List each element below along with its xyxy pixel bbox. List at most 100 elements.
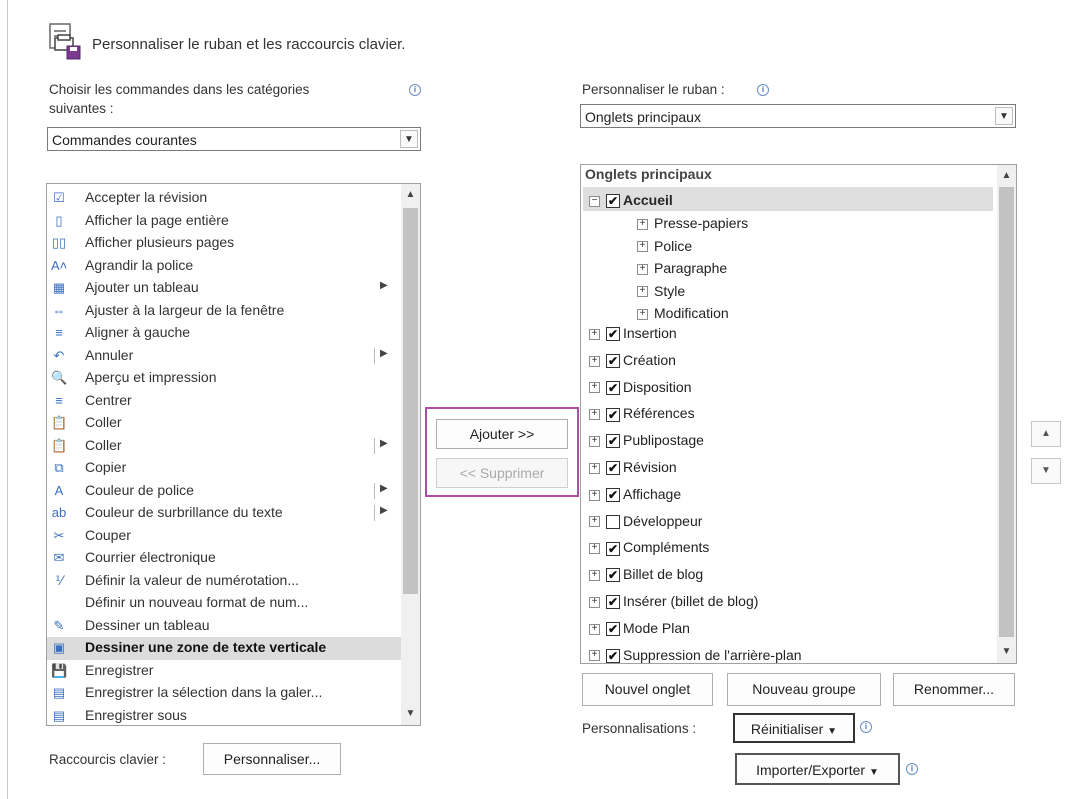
- tab-checkbox[interactable]: ✔: [606, 595, 620, 610]
- expand-icon[interactable]: +: [637, 308, 648, 320]
- reset-dropdown-button[interactable]: Réinitialiser ▼: [733, 713, 855, 743]
- command-item[interactable]: ✉ Courrier électronique: [47, 547, 402, 570]
- expand-icon[interactable]: +: [589, 596, 600, 608]
- tree-tab-row[interactable]: + Développeur: [589, 513, 702, 535]
- tree-tab-row[interactable]: + ✔ Affichage: [589, 486, 681, 508]
- expand-icon[interactable]: +: [637, 241, 648, 253]
- command-item[interactable]: ▯ Afficher la page entière: [47, 210, 402, 233]
- command-item[interactable]: ✎ Dessiner un tableau: [47, 615, 402, 638]
- command-item[interactable]: ab Couleur de surbrillance du texte ▶: [47, 502, 402, 525]
- tab-checkbox[interactable]: ✔: [606, 488, 620, 503]
- command-item[interactable]: ▦ Ajouter un tableau ▶: [47, 277, 402, 300]
- add-button[interactable]: Ajouter >>: [436, 419, 568, 449]
- expand-icon[interactable]: +: [637, 286, 648, 298]
- tab-checkbox[interactable]: ✔: [606, 622, 620, 637]
- tab-checkbox[interactable]: ✔: [606, 648, 620, 663]
- expand-icon[interactable]: +: [589, 650, 600, 662]
- tab-checkbox[interactable]: [606, 514, 620, 529]
- tab-checkbox[interactable]: ✔: [606, 568, 620, 583]
- tree-tab-row[interactable]: + ✔ Création: [589, 352, 676, 374]
- tree-group-row[interactable]: + Police: [637, 238, 692, 260]
- chevron-down-icon[interactable]: ▼: [995, 107, 1013, 125]
- tab-checkbox[interactable]: ✔: [606, 380, 620, 395]
- expand-icon[interactable]: +: [589, 543, 600, 555]
- rename-button[interactable]: Renommer...: [893, 673, 1015, 706]
- command-item[interactable]: ⧉ Copier: [47, 457, 402, 480]
- remove-button[interactable]: << Supprimer: [436, 458, 568, 488]
- command-item[interactable]: 📋 Coller ▶: [47, 435, 402, 458]
- expand-icon[interactable]: +: [589, 623, 600, 635]
- tree-group-row[interactable]: + Presse-papiers: [637, 215, 748, 237]
- commands-list-scrollbar[interactable]: ▲ ▼: [401, 184, 420, 725]
- expand-icon[interactable]: +: [637, 263, 648, 275]
- scroll-up-icon[interactable]: ▲: [997, 167, 1016, 185]
- expand-icon[interactable]: +: [589, 435, 600, 447]
- scroll-down-icon[interactable]: ▼: [997, 643, 1016, 661]
- import-export-dropdown-button[interactable]: Importer/Exporter ▼: [735, 753, 900, 785]
- tab-checkbox[interactable]: ✔: [606, 461, 620, 476]
- new-tab-button[interactable]: Nouvel onglet: [582, 673, 713, 706]
- command-item[interactable]: 🔍 Aperçu et impression: [47, 367, 402, 390]
- tree-tab-row[interactable]: + ✔ Insertion: [589, 325, 677, 347]
- scrollbar-thumb[interactable]: [403, 208, 418, 594]
- command-item[interactable]: ▤ Enregistrer sous: [47, 705, 402, 726]
- command-item[interactable]: ☑ Accepter la révision: [47, 187, 402, 210]
- expand-icon[interactable]: +: [637, 218, 648, 230]
- tree-tab-row[interactable]: + ✔ Références: [589, 405, 695, 427]
- command-item[interactable]: ▯▯ Afficher plusieurs pages: [47, 232, 402, 255]
- command-item[interactable]: ✂ Couper: [47, 525, 402, 548]
- move-up-button[interactable]: ▲: [1031, 421, 1061, 447]
- expand-icon[interactable]: +: [589, 409, 600, 421]
- ribbon-tree[interactable]: Onglets principaux − ✔ Accueil + Presse-pap…: [580, 164, 1017, 664]
- tree-row-accueil[interactable]: − ✔ Accueil: [583, 187, 993, 211]
- tab-checkbox[interactable]: ✔: [606, 541, 620, 556]
- expand-icon[interactable]: +: [589, 462, 600, 474]
- info-icon[interactable]: i: [860, 721, 872, 733]
- tab-checkbox[interactable]: ✔: [606, 407, 620, 422]
- command-item[interactable]: 💾 Enregistrer: [47, 660, 402, 683]
- tree-tab-row[interactable]: + ✔ Mode Plan: [589, 620, 690, 642]
- command-item[interactable]: ≡ Aligner à gauche: [47, 322, 402, 345]
- new-group-button[interactable]: Nouveau groupe: [727, 673, 881, 706]
- tree-group-row[interactable]: + Paragraphe: [637, 260, 727, 282]
- command-item[interactable]: ⇔ Ajuster à la largeur de la fenêtre: [47, 300, 402, 323]
- customize-shortcuts-button[interactable]: Personnaliser...: [203, 743, 341, 775]
- ribbon-tree-scrollbar[interactable]: ▲ ▼: [997, 165, 1016, 663]
- collapse-icon[interactable]: −: [589, 195, 600, 207]
- command-item[interactable]: Définir un nouveau format de num...: [47, 592, 402, 615]
- tree-group-row[interactable]: + Modification: [637, 305, 729, 327]
- scroll-up-icon[interactable]: ▲: [401, 186, 420, 204]
- tree-tab-row[interactable]: + ✔ Insérer (billet de blog): [589, 593, 758, 615]
- scrollbar-thumb[interactable]: [999, 187, 1014, 637]
- command-item[interactable]: 📋 Coller: [47, 412, 402, 435]
- tab-checkbox[interactable]: ✔: [606, 434, 620, 449]
- tree-tab-row[interactable]: + ✔ Compléments: [589, 539, 709, 561]
- chevron-down-icon[interactable]: ▼: [400, 130, 418, 148]
- expand-icon[interactable]: +: [589, 328, 600, 340]
- tree-tab-row[interactable]: + ✔ Suppression de l'arrière-plan: [589, 647, 802, 663]
- command-item[interactable]: A Couleur de police ▶: [47, 480, 402, 503]
- expand-icon[interactable]: +: [589, 516, 600, 528]
- info-icon[interactable]: i: [757, 84, 769, 96]
- expand-icon[interactable]: +: [589, 569, 600, 581]
- expand-icon[interactable]: +: [589, 355, 600, 367]
- expand-icon[interactable]: +: [589, 489, 600, 501]
- command-item[interactable]: A˄ Agrandir la police: [47, 255, 402, 278]
- command-item[interactable]: ≡ Centrer: [47, 390, 402, 413]
- expand-icon[interactable]: +: [589, 382, 600, 394]
- tab-checkbox[interactable]: ✔: [606, 327, 620, 342]
- tree-group-row[interactable]: + Style: [637, 283, 685, 305]
- command-item[interactable]: ↶ Annuler ▶: [47, 345, 402, 368]
- info-icon[interactable]: i: [409, 84, 421, 96]
- info-icon[interactable]: i: [906, 763, 918, 775]
- accueil-checkbox[interactable]: ✔: [606, 194, 620, 209]
- tree-tab-row[interactable]: + ✔ Disposition: [589, 379, 691, 401]
- tab-checkbox[interactable]: ✔: [606, 354, 620, 369]
- scroll-down-icon[interactable]: ▼: [401, 705, 420, 723]
- tree-tab-row[interactable]: + ✔ Révision: [589, 459, 677, 481]
- command-item[interactable]: ⅟ Définir la valeur de numérotation...: [47, 570, 402, 593]
- commands-category-dropdown[interactable]: Commandes courantes ▼: [47, 127, 421, 151]
- command-item[interactable]: ▣ Dessiner une zone de texte verticale: [47, 637, 402, 660]
- ribbon-tabs-dropdown[interactable]: Onglets principaux ▼: [580, 104, 1016, 128]
- command-item[interactable]: ▤ Enregistrer la sélection dans la galer.…: [47, 682, 402, 705]
